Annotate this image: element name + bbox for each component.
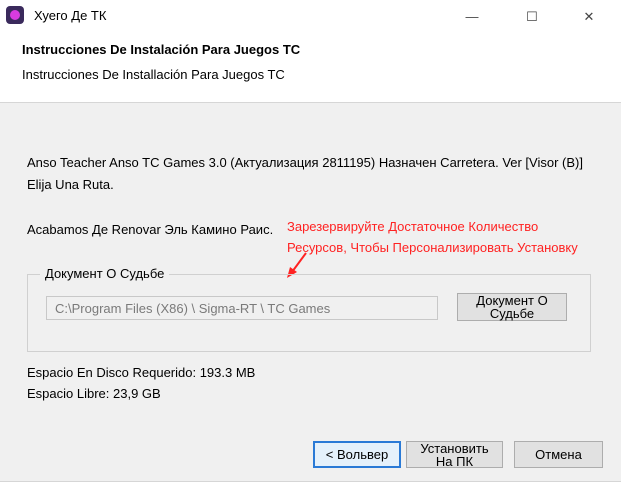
maximize-icon[interactable]: ☐ bbox=[518, 6, 546, 28]
annotation-line-2: Ресурсов, Чтобы Персонализировать Устано… bbox=[287, 240, 578, 255]
window-title: Хуего Де ТК bbox=[34, 8, 107, 23]
title-bar: Хуего Де ТК — ☐ ✕ bbox=[0, 0, 621, 34]
description-line-2: Elija Una Ruta. bbox=[27, 177, 114, 192]
description-line-1: Anso Teacher Anso TC Games 3.0 (Актуализ… bbox=[27, 155, 583, 170]
minimize-icon[interactable]: — bbox=[458, 6, 486, 28]
close-icon[interactable]: ✕ bbox=[575, 6, 603, 28]
app-icon bbox=[6, 6, 24, 24]
browse-button[interactable]: Документ О Судьбе bbox=[457, 293, 567, 321]
page-subtitle: Instrucciones De Installación Para Juego… bbox=[22, 67, 285, 82]
install-button-label-2: На ПК bbox=[435, 454, 474, 469]
install-button[interactable]: Установить На ПК bbox=[406, 441, 503, 468]
browse-button-label-2: Судьбе bbox=[489, 306, 535, 321]
destination-group-label: Документ О Судьбе bbox=[40, 266, 170, 281]
space-required: Espacio En Disco Requerido: 193.3 MB bbox=[27, 365, 256, 380]
description-line-3: Acabamos Де Renovar Эль Камино Раис. bbox=[27, 222, 274, 237]
page-title: Instrucciones De Instalación Para Juegos… bbox=[22, 42, 301, 57]
cancel-button[interactable]: Отмена bbox=[514, 441, 603, 468]
back-button[interactable]: < Вольвер bbox=[313, 441, 401, 468]
space-free: Espacio Libre: 23,9 GB bbox=[27, 386, 161, 401]
destination-path-input[interactable] bbox=[46, 296, 438, 320]
wizard-header: Instrucciones De Instalación Para Juegos… bbox=[0, 34, 621, 103]
